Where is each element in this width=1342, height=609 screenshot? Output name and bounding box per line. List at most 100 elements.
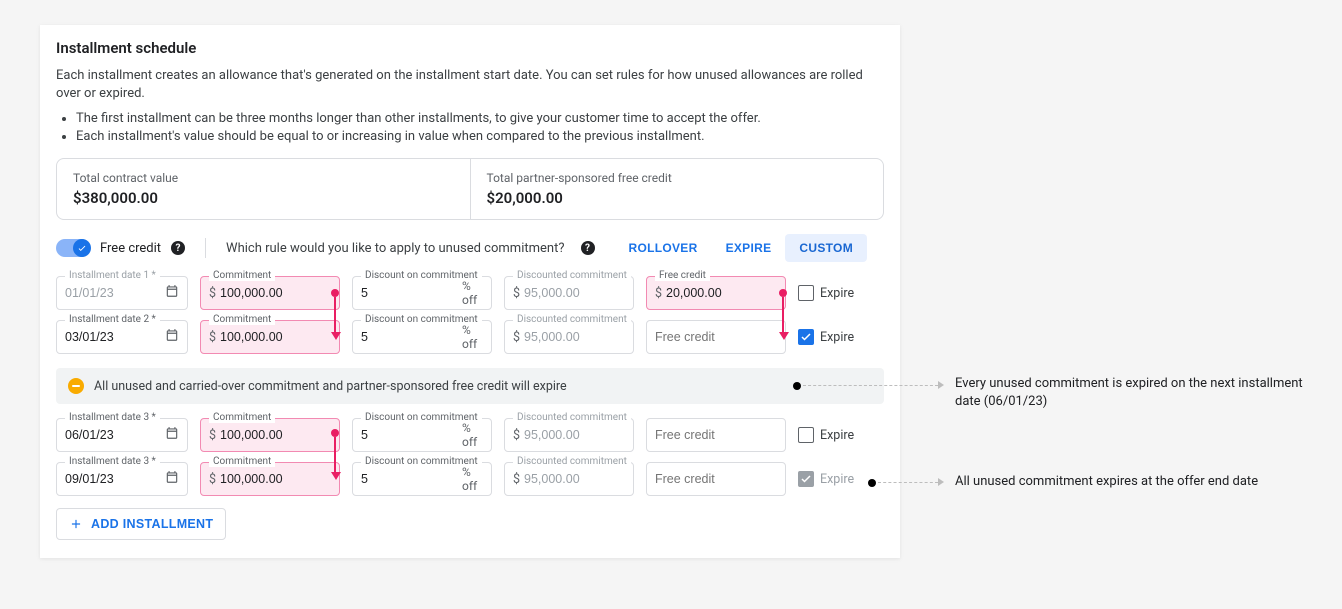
installment-date-field[interactable]: Installment date 2 *	[56, 320, 188, 354]
commitment-input[interactable]	[220, 330, 331, 344]
annotation-text: All unused commitment expires at the off…	[955, 473, 1325, 491]
arrow-icon	[938, 478, 944, 486]
discounted-commitment-value	[524, 286, 625, 300]
warning-icon	[68, 378, 84, 394]
note-item: Each installment's value should be equal…	[76, 129, 884, 144]
discount-field[interactable]: Discount on commitment % off	[352, 418, 492, 452]
discount-input[interactable]	[361, 472, 456, 486]
commitment-field[interactable]: Commitment $	[200, 276, 340, 310]
discounted-commitment-field: Discounted commitment $	[504, 418, 634, 452]
discounted-commitment-field: Discounted commitment $	[504, 462, 634, 496]
expire-banner: All unused and carried-over commitment a…	[56, 368, 884, 404]
free-credit-input[interactable]	[666, 286, 777, 300]
expire-label: Expire	[820, 330, 854, 345]
free-credit-field[interactable]	[646, 462, 786, 496]
add-installment-button[interactable]: ADD INSTALLMENT	[56, 508, 226, 540]
expire-checkbox	[798, 471, 814, 487]
annotation-connector	[878, 482, 938, 483]
expire-cell: Expire	[798, 427, 862, 443]
expire-label: Expire	[820, 472, 854, 487]
discounted-commitment-value	[524, 472, 625, 486]
installment-date-input[interactable]	[65, 428, 165, 442]
expire-cell: Expire	[798, 471, 862, 487]
total-contract-value: $380,000.00	[73, 189, 454, 207]
commitment-field[interactable]: Commitment $	[200, 418, 340, 452]
flow-line	[334, 437, 336, 472]
expire-cell: Expire	[798, 285, 862, 301]
rule-question: Which rule would you like to apply to un…	[226, 241, 564, 256]
discount-input[interactable]	[361, 330, 456, 344]
discount-field[interactable]: Discount on commitment % off	[352, 320, 492, 354]
calendar-icon[interactable]	[165, 328, 179, 346]
calendar-icon[interactable]	[165, 470, 179, 488]
annotation-text: Every unused commitment is expired on th…	[955, 375, 1305, 411]
discounted-commitment-value	[524, 330, 625, 344]
page-notes: The first installment can be three month…	[56, 111, 884, 144]
free-credit-toggle[interactable]	[56, 239, 90, 257]
commitment-input[interactable]	[220, 472, 331, 486]
flow-arrow-icon	[331, 332, 341, 340]
free-credit-toggle-label: Free credit	[100, 241, 161, 256]
annotation-connector	[803, 385, 938, 386]
flow-arrow-icon	[779, 332, 789, 340]
installment-date-field[interactable]: Installment date 3 *	[56, 462, 188, 496]
commitment-field[interactable]: Commitment $	[200, 320, 340, 354]
rule-expire-button[interactable]: EXPIRE	[712, 234, 786, 262]
free-credit-input[interactable]	[655, 472, 777, 486]
flow-arrow-icon	[331, 472, 341, 480]
installment-row: Installment date 3 * Commitment $ Discou…	[56, 462, 884, 496]
installment-row: Installment date 2 * Commitment $ Discou…	[56, 320, 884, 354]
installment-date-field[interactable]: Installment date 1 *	[56, 276, 188, 310]
add-installment-label: ADD INSTALLMENT	[91, 517, 213, 531]
expire-checkbox[interactable]	[798, 329, 814, 345]
flow-dot	[331, 429, 339, 437]
discount-field[interactable]: Discount on commitment % off	[352, 462, 492, 496]
calendar-icon	[165, 284, 179, 302]
total-contract-label: Total contract value	[73, 171, 454, 185]
help-icon[interactable]: ?	[581, 241, 595, 255]
discount-field[interactable]: Discount on commitment % off	[352, 276, 492, 310]
free-credit-field[interactable]	[646, 320, 786, 354]
help-icon[interactable]: ?	[171, 241, 185, 255]
commitment-field[interactable]: Commitment $	[200, 462, 340, 496]
free-credit-field[interactable]	[646, 418, 786, 452]
total-credit-value: $20,000.00	[487, 189, 868, 207]
commitment-input[interactable]	[220, 428, 331, 442]
discounted-commitment-field: Discounted commitment $	[504, 320, 634, 354]
total-credit-label: Total partner-sponsored free credit	[487, 171, 868, 185]
installment-date-field[interactable]: Installment date 3 *	[56, 418, 188, 452]
installment-date-input[interactable]	[65, 472, 165, 486]
banner-text: All unused and carried-over commitment a…	[94, 379, 567, 394]
expire-checkbox[interactable]	[798, 285, 814, 301]
page-description: Each installment creates an allowance th…	[56, 67, 884, 103]
free-credit-input[interactable]	[655, 428, 777, 442]
rule-custom-button[interactable]: CUSTOM	[785, 234, 867, 262]
installment-date-input	[65, 286, 165, 300]
flow-dot	[779, 289, 787, 297]
flow-line	[334, 297, 336, 332]
note-item: The first installment can be three month…	[76, 111, 884, 126]
discount-input[interactable]	[361, 286, 456, 300]
annotation-marker	[793, 382, 801, 390]
divider	[205, 238, 206, 258]
discounted-commitment-value	[524, 428, 625, 442]
expire-label: Expire	[820, 428, 854, 443]
expire-label: Expire	[820, 286, 854, 301]
summary-box: Total contract value $380,000.00 Total p…	[56, 158, 884, 220]
installment-row: Installment date 3 * Commitment $ Discou…	[56, 418, 884, 452]
free-credit-input[interactable]	[655, 330, 777, 344]
calendar-icon[interactable]	[165, 426, 179, 444]
flow-line	[782, 297, 784, 332]
installment-date-input[interactable]	[65, 330, 165, 344]
discount-input[interactable]	[361, 428, 456, 442]
annotation-marker	[868, 479, 876, 487]
arrow-icon	[938, 381, 944, 389]
installment-row: Installment date 1 * Commitment $ Discou…	[56, 276, 884, 310]
page-title: Installment schedule	[56, 39, 884, 57]
commitment-input[interactable]	[220, 286, 331, 300]
expire-checkbox[interactable]	[798, 427, 814, 443]
rule-rollover-button[interactable]: ROLLOVER	[615, 234, 712, 262]
flow-dot	[331, 289, 339, 297]
plus-icon	[69, 517, 83, 531]
free-credit-field[interactable]: Free credit $	[646, 276, 786, 310]
